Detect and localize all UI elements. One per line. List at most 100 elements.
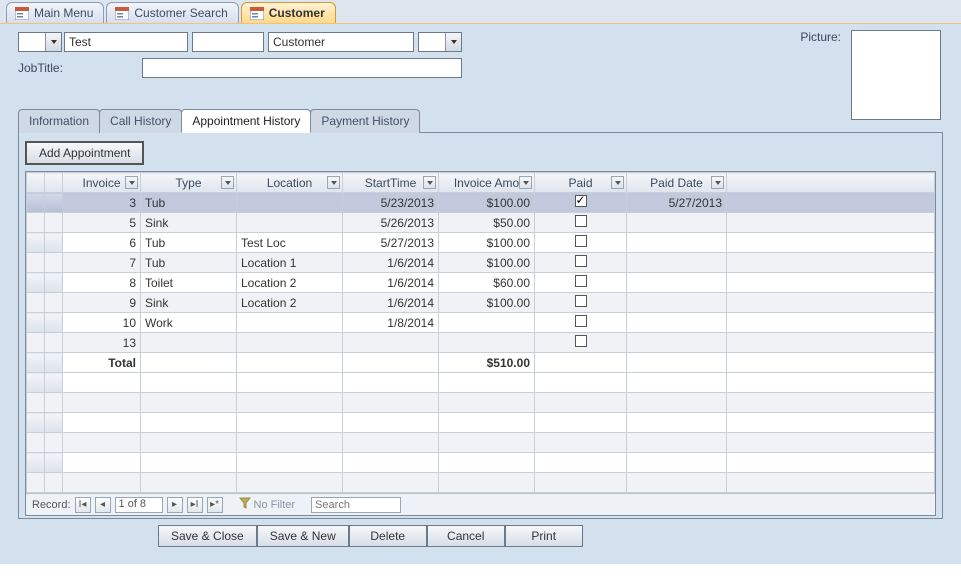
- cell-type[interactable]: Sink: [141, 293, 237, 313]
- checkbox-icon[interactable]: [575, 235, 587, 247]
- nav-prev-button[interactable]: ◂: [95, 497, 111, 513]
- cell-type[interactable]: Tub: [141, 253, 237, 273]
- cell-amount[interactable]: $100.00: [439, 233, 535, 253]
- col-starttime[interactable]: StartTime: [343, 173, 439, 193]
- search-input[interactable]: [311, 497, 401, 513]
- row-selector[interactable]: [27, 273, 45, 293]
- cell-paid[interactable]: [535, 333, 627, 353]
- cell-paid[interactable]: [535, 253, 627, 273]
- cell-paid-date[interactable]: [627, 253, 727, 273]
- cell-paid-date[interactable]: [627, 273, 727, 293]
- tab-call-history[interactable]: Call History: [99, 109, 182, 133]
- row-selector[interactable]: [27, 193, 45, 213]
- add-appointment-button[interactable]: Add Appointment: [25, 141, 144, 165]
- table-row[interactable]: 9SinkLocation 21/6/2014$100.00: [27, 293, 935, 313]
- cell-paid[interactable]: [535, 273, 627, 293]
- tab-information[interactable]: Information: [18, 109, 100, 133]
- cell-amount[interactable]: $100.00: [439, 293, 535, 313]
- cell-starttime[interactable]: 1/6/2014: [343, 293, 439, 313]
- cell-type[interactable]: [141, 333, 237, 353]
- col-paid-date[interactable]: Paid Date: [627, 173, 727, 193]
- cell-starttime[interactable]: 5/26/2013: [343, 213, 439, 233]
- checkbox-icon[interactable]: [575, 275, 587, 287]
- chevron-down-icon[interactable]: [611, 176, 624, 189]
- col-location[interactable]: Location: [237, 173, 343, 193]
- middle-name-field[interactable]: [192, 32, 264, 52]
- cell-location[interactable]: Location 2: [237, 293, 343, 313]
- save-close-button[interactable]: Save & Close: [158, 525, 257, 547]
- cell-location[interactable]: [237, 213, 343, 233]
- nav-last-button[interactable]: ▸I: [187, 497, 203, 513]
- chevron-down-icon[interactable]: [445, 33, 461, 51]
- cell-amount[interactable]: $60.00: [439, 273, 535, 293]
- cell-paid-date[interactable]: [627, 333, 727, 353]
- record-position[interactable]: 1 of 8: [115, 497, 163, 513]
- cell-starttime[interactable]: 1/6/2014: [343, 253, 439, 273]
- nav-first-button[interactable]: I◂: [75, 497, 91, 513]
- table-row[interactable]: 5Sink5/26/2013$50.00: [27, 213, 935, 233]
- chevron-down-icon[interactable]: [125, 176, 138, 189]
- cell-amount[interactable]: $50.00: [439, 213, 535, 233]
- col-paid[interactable]: Paid: [535, 173, 627, 193]
- picture-box[interactable]: [851, 30, 941, 120]
- cell-paid[interactable]: [535, 213, 627, 233]
- checkbox-icon[interactable]: [575, 295, 587, 307]
- row-selector[interactable]: [27, 213, 45, 233]
- cell-location[interactable]: Location 2: [237, 273, 343, 293]
- tab-appointment-history[interactable]: Appointment History: [181, 109, 311, 133]
- table-row[interactable]: 10Work 1/8/2014: [27, 313, 935, 333]
- cell-amount[interactable]: [439, 313, 535, 333]
- cell-invoice[interactable]: 6: [63, 233, 141, 253]
- cell-paid[interactable]: [535, 193, 627, 213]
- prefix-combo[interactable]: [18, 32, 62, 52]
- cell-invoice[interactable]: 3: [63, 193, 141, 213]
- cell-invoice[interactable]: 13: [63, 333, 141, 353]
- chevron-down-icon[interactable]: [423, 176, 436, 189]
- table-row[interactable]: 7TubLocation 11/6/2014$100.00: [27, 253, 935, 273]
- cell-paid-date[interactable]: [627, 213, 727, 233]
- last-name-field[interactable]: Customer: [268, 32, 414, 52]
- cell-location[interactable]: [237, 333, 343, 353]
- cell-paid-date[interactable]: 5/27/2013: [627, 193, 727, 213]
- col-invoice-amount[interactable]: Invoice Amo: [439, 173, 535, 193]
- cell-starttime[interactable]: 5/23/2013: [343, 193, 439, 213]
- cell-amount[interactable]: $100.00: [439, 253, 535, 273]
- tab-payment-history[interactable]: Payment History: [310, 109, 420, 133]
- doc-tab-customer-search[interactable]: Customer Search: [106, 2, 238, 23]
- row-selector[interactable]: [27, 313, 45, 333]
- cancel-button[interactable]: Cancel: [427, 525, 505, 547]
- cell-paid-date[interactable]: [627, 233, 727, 253]
- cell-type[interactable]: Sink: [141, 213, 237, 233]
- cell-invoice[interactable]: 7: [63, 253, 141, 273]
- table-row[interactable]: 13: [27, 333, 935, 353]
- col-invoice[interactable]: Invoice: [63, 173, 141, 193]
- filter-indicator[interactable]: No Filter: [239, 497, 296, 512]
- cell-type[interactable]: Toilet: [141, 273, 237, 293]
- chevron-down-icon[interactable]: [327, 176, 340, 189]
- row-selector[interactable]: [27, 233, 45, 253]
- cell-starttime[interactable]: [343, 333, 439, 353]
- chevron-down-icon[interactable]: [519, 176, 532, 189]
- cell-invoice[interactable]: 8: [63, 273, 141, 293]
- checkbox-icon[interactable]: [575, 255, 587, 267]
- cell-type[interactable]: Tub: [141, 193, 237, 213]
- chevron-down-icon[interactable]: [711, 176, 724, 189]
- cell-invoice[interactable]: 9: [63, 293, 141, 313]
- cell-type[interactable]: Work: [141, 313, 237, 333]
- nav-new-button[interactable]: ▸*: [207, 497, 223, 513]
- cell-paid-date[interactable]: [627, 293, 727, 313]
- nav-next-button[interactable]: ▸: [167, 497, 183, 513]
- cell-paid[interactable]: [535, 313, 627, 333]
- cell-amount[interactable]: $100.00: [439, 193, 535, 213]
- suffix-combo[interactable]: [418, 32, 462, 52]
- delete-button[interactable]: Delete: [349, 525, 427, 547]
- print-button[interactable]: Print: [505, 525, 583, 547]
- cell-invoice[interactable]: 10: [63, 313, 141, 333]
- cell-location[interactable]: [237, 313, 343, 333]
- doc-tab-customer[interactable]: Customer: [241, 2, 336, 23]
- row-selector[interactable]: [27, 253, 45, 273]
- row-selector[interactable]: [27, 293, 45, 313]
- col-type[interactable]: Type: [141, 173, 237, 193]
- cell-starttime[interactable]: 1/8/2014: [343, 313, 439, 333]
- save-new-button[interactable]: Save & New: [257, 525, 349, 547]
